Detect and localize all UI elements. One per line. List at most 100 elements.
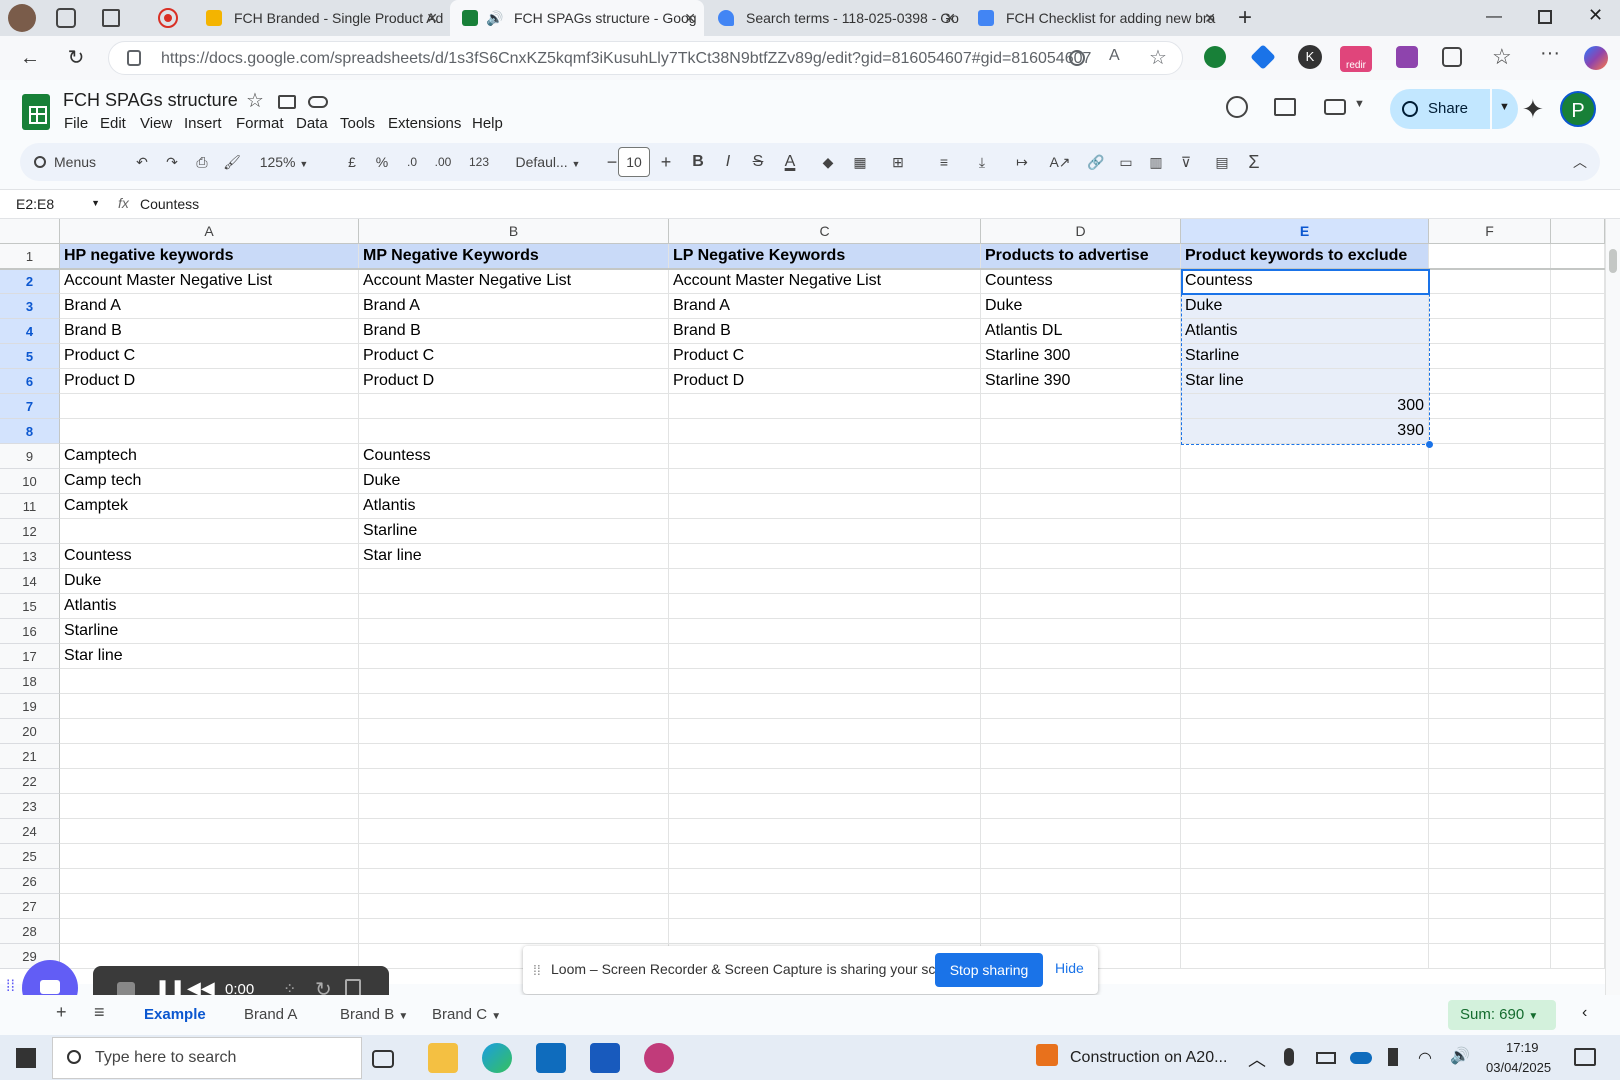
cell-blank[interactable] <box>1551 544 1605 569</box>
column-header-a[interactable]: A <box>60 219 359 244</box>
cell-b26[interactable] <box>359 869 669 894</box>
cell-c16[interactable] <box>669 619 981 644</box>
decrease-decimal-button[interactable]: .0 <box>400 143 424 181</box>
puzzle-extension-icon[interactable] <box>1396 46 1418 68</box>
filter-views-icon[interactable]: ▤ <box>1204 143 1240 181</box>
cell-b18[interactable] <box>359 669 669 694</box>
cell-c27[interactable] <box>669 894 981 919</box>
cell-blank[interactable] <box>1551 819 1605 844</box>
cell-a6[interactable]: Product D <box>60 369 359 394</box>
comments-icon[interactable] <box>1274 98 1296 116</box>
cell-d2[interactable]: Countess <box>981 269 1181 294</box>
column-header-c[interactable]: C <box>669 219 981 244</box>
menu-tools[interactable]: Tools <box>340 115 375 132</box>
cell-f7[interactable] <box>1429 394 1551 419</box>
cell-a20[interactable] <box>60 719 359 744</box>
microphone-icon[interactable] <box>1284 1048 1294 1066</box>
cell-c1[interactable]: LP Negative Keywords <box>669 244 981 269</box>
tab-actions-icon[interactable] <box>102 9 120 27</box>
cell-blank[interactable] <box>1551 869 1605 894</box>
cell-a18[interactable] <box>60 669 359 694</box>
drag-handle-icon[interactable]: ⁞⁞ <box>533 962 541 978</box>
row-header[interactable]: 11 <box>0 494 60 519</box>
cell-blank[interactable] <box>1551 744 1605 769</box>
collapse-toolbar-icon[interactable]: ︿ <box>1568 143 1592 181</box>
speaker-icon[interactable]: 🔊 <box>486 0 503 36</box>
cell-e23[interactable] <box>1181 794 1429 819</box>
strikethrough-button[interactable]: S <box>746 143 770 181</box>
cell-a5[interactable]: Product C <box>60 344 359 369</box>
close-window-icon[interactable]: ✕ <box>1588 5 1603 26</box>
column-header-f[interactable]: F <box>1429 219 1551 244</box>
file-explorer-icon[interactable] <box>428 1043 458 1073</box>
cell-d17[interactable] <box>981 644 1181 669</box>
cell-f26[interactable] <box>1429 869 1551 894</box>
horizontal-align-icon[interactable]: ≡ <box>926 143 962 181</box>
cell-b22[interactable] <box>359 769 669 794</box>
show-hidden-icons[interactable]: ︿ <box>1248 1046 1266 1072</box>
cell-c24[interactable] <box>669 819 981 844</box>
cell-d15[interactable] <box>981 594 1181 619</box>
borders-icon[interactable]: ▦ <box>848 143 872 181</box>
cell-c12[interactable] <box>669 519 981 544</box>
cell-c4[interactable]: Brand B <box>669 319 981 344</box>
cell-blank[interactable] <box>1551 594 1605 619</box>
cell-a7[interactable] <box>60 394 359 419</box>
volume-icon[interactable]: 🔊 <box>1450 1046 1470 1066</box>
favorite-icon[interactable]: ☆ <box>1149 45 1167 70</box>
cell-d14[interactable] <box>981 569 1181 594</box>
copilot-icon[interactable] <box>1584 46 1608 70</box>
cell-b10[interactable]: Duke <box>359 469 669 494</box>
menu-help[interactable]: Help <box>472 115 503 132</box>
cell-blank[interactable] <box>1551 444 1605 469</box>
cell-b19[interactable] <box>359 694 669 719</box>
cell-blank[interactable] <box>1551 244 1605 269</box>
italic-button[interactable]: I <box>716 143 740 181</box>
cell-c19[interactable] <box>669 694 981 719</box>
row-header[interactable]: 24 <box>0 819 60 844</box>
record-icon[interactable] <box>158 8 178 28</box>
cell-d27[interactable] <box>981 894 1181 919</box>
font-select[interactable]: Defaul... ▼ <box>500 143 596 181</box>
row-header[interactable]: 26 <box>0 869 60 894</box>
cell-b24[interactable] <box>359 819 669 844</box>
windows-start-icon[interactable] <box>16 1048 36 1068</box>
cell-blank[interactable] <box>1551 369 1605 394</box>
column-header-b[interactable]: B <box>359 219 669 244</box>
url-bar[interactable]: https://docs.google.com/spreadsheets/d/1… <box>108 41 1183 75</box>
menu-extensions[interactable]: Extensions <box>388 115 461 132</box>
cell-b17[interactable] <box>359 644 669 669</box>
cell-c8[interactable] <box>669 419 981 444</box>
word-icon[interactable] <box>590 1043 620 1073</box>
wifi-icon[interactable]: ◠ <box>1418 1048 1432 1068</box>
cell-c3[interactable]: Brand A <box>669 294 981 319</box>
increase-decimal-button[interactable]: .00 <box>428 143 458 181</box>
menu-file[interactable]: File <box>64 115 88 132</box>
percent-button[interactable]: % <box>370 143 394 181</box>
menu-insert[interactable]: Insert <box>184 115 222 132</box>
increase-font-size-button[interactable]: + <box>654 143 678 181</box>
minimize-icon[interactable]: — <box>1486 8 1502 26</box>
row-header[interactable]: 27 <box>0 894 60 919</box>
cell-a12[interactable] <box>60 519 359 544</box>
row-header[interactable]: 4 <box>0 319 60 344</box>
cell-blank[interactable] <box>1551 944 1605 969</box>
cell-blank[interactable] <box>1551 769 1605 794</box>
cell-f29[interactable] <box>1429 944 1551 969</box>
row-header[interactable]: 14 <box>0 569 60 594</box>
paint-format-icon[interactable]: 🖌 <box>220 143 244 181</box>
cell-f3[interactable] <box>1429 294 1551 319</box>
cell-e13[interactable] <box>1181 544 1429 569</box>
cell-b4[interactable]: Brand B <box>359 319 669 344</box>
row-header[interactable]: 8 <box>0 419 60 444</box>
cell-blank[interactable] <box>1551 294 1605 319</box>
cell-d20[interactable] <box>981 719 1181 744</box>
cell-e17[interactable] <box>1181 644 1429 669</box>
cell-b20[interactable] <box>359 719 669 744</box>
menu-edit[interactable]: Edit <box>100 115 126 132</box>
undo-icon[interactable]: ↶ <box>130 143 154 181</box>
cell-e10[interactable] <box>1181 469 1429 494</box>
cell-blank[interactable] <box>1551 694 1605 719</box>
text-rotation-icon[interactable]: A↗ <box>1042 143 1078 181</box>
cell-d9[interactable] <box>981 444 1181 469</box>
